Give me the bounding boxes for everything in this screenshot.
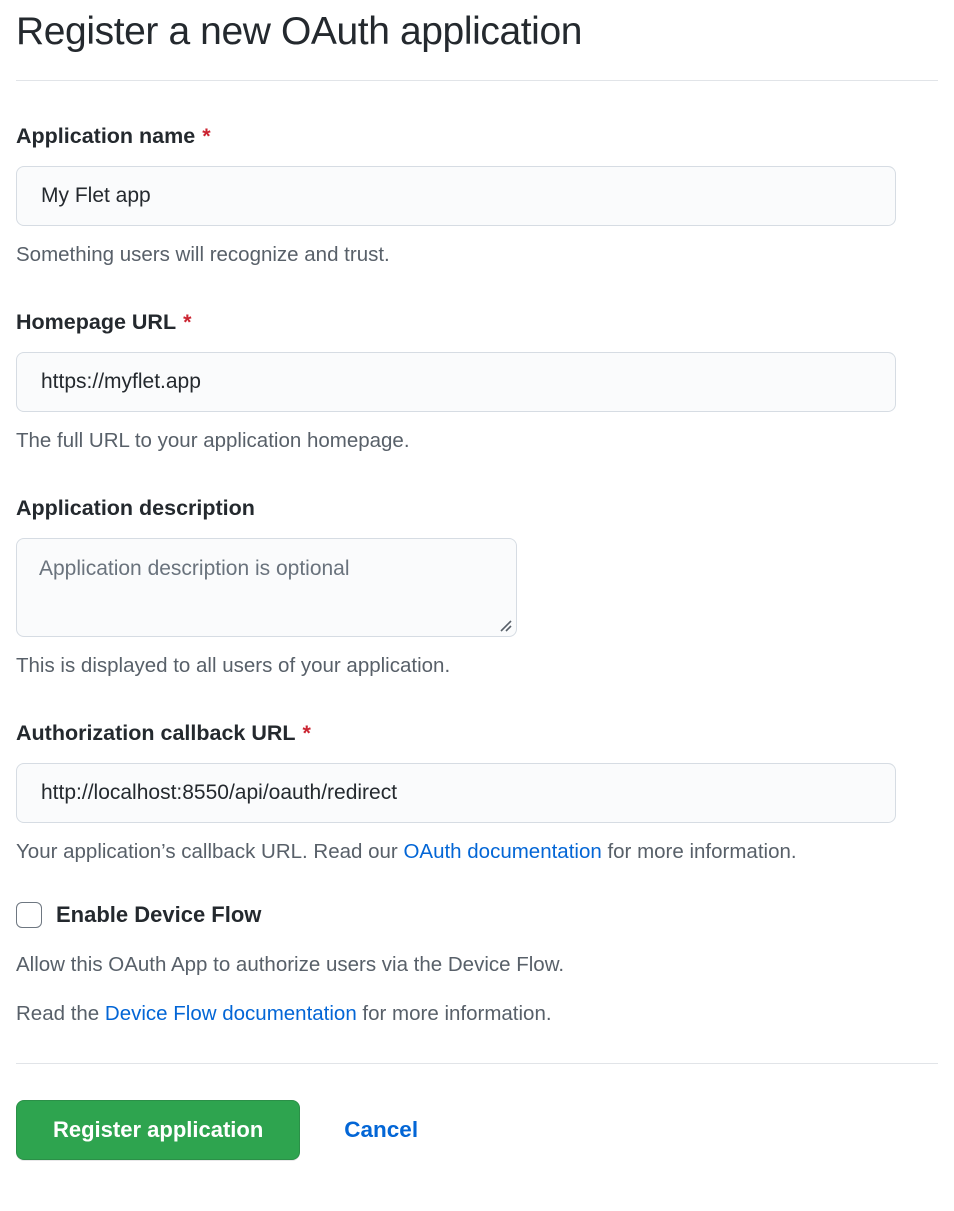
device-flow-help: Allow this OAuth App to authorize users … [16,953,938,977]
cancel-link[interactable]: Cancel [344,1117,418,1143]
homepage-url-label: Homepage URL * [16,310,938,335]
application-name-input[interactable] [16,166,896,226]
application-description-textarea[interactable] [16,538,517,637]
application-name-help: Something users will recognize and trust… [16,243,938,267]
callback-url-input[interactable] [16,763,896,823]
callback-url-help-prefix: Your application’s callback URL. Read ou… [16,840,403,863]
application-name-group: Application name * Something users will r… [16,124,938,267]
required-asterisk: * [183,310,191,334]
callback-url-group: Authorization callback URL * Your applica… [16,721,938,864]
application-description-label: Application description [16,496,938,521]
device-flow-row: Enable Device Flow [16,902,938,928]
application-description-help: This is displayed to all users of your a… [16,654,938,678]
resize-handle-icon[interactable] [498,618,512,632]
oauth-documentation-link[interactable]: OAuth documentation [403,840,601,863]
required-asterisk: * [303,721,311,745]
device-flow-note-prefix: Read the [16,1002,105,1025]
application-name-label: Application name * [16,124,938,149]
callback-url-help: Your application’s callback URL. Read ou… [16,840,938,864]
device-flow-documentation-link[interactable]: Device Flow documentation [105,1002,357,1025]
application-description-wrap [16,538,517,637]
homepage-url-label-text: Homepage URL [16,310,176,334]
device-flow-checkbox[interactable] [16,902,42,928]
homepage-url-input[interactable] [16,352,896,412]
callback-url-help-suffix: for more information. [602,840,797,863]
callback-url-label: Authorization callback URL * [16,721,938,746]
homepage-url-group: Homepage URL * The full URL to your appli… [16,310,938,453]
device-flow-note-suffix: for more information. [357,1002,552,1025]
callback-url-label-text: Authorization callback URL [16,721,296,745]
divider [16,1063,938,1064]
required-asterisk: * [202,124,210,148]
application-name-label-text: Application name [16,124,195,148]
homepage-url-help: The full URL to your application homepag… [16,429,938,453]
register-application-button[interactable]: Register application [16,1100,300,1160]
application-description-group: Application description This is displaye… [16,496,938,678]
device-flow-label[interactable]: Enable Device Flow [56,902,261,928]
form-actions: Register application Cancel [16,1100,938,1160]
device-flow-note: Read the Device Flow documentation for m… [16,1002,938,1026]
page-title: Register a new OAuth application [16,0,938,81]
oauth-register-page: Register a new OAuth application Applica… [0,0,954,1186]
